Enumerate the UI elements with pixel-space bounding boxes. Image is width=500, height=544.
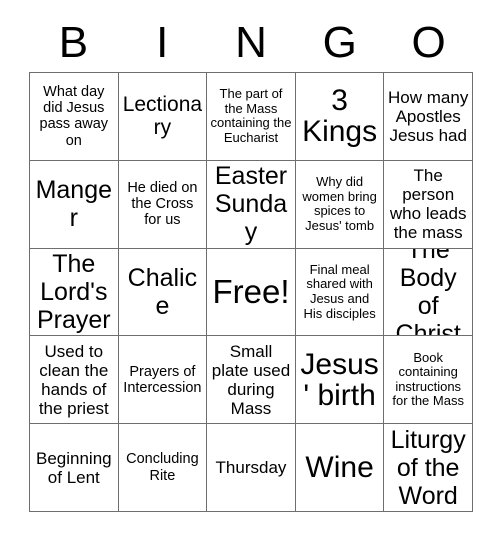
bingo-cell-label: Lectionary [122,92,203,140]
bingo-cell[interactable]: What day did Jesus pass away on [30,73,119,161]
bingo-header-letter-n: N [235,18,267,67]
bingo-header-letter-i: I [156,18,169,67]
bingo-cell[interactable]: The Lord's Prayer [30,248,119,337]
bingo-cell-label: Jesus' birth [300,347,379,412]
bingo-cell-label: Chalice [127,263,198,320]
bingo-cell-label: 3 Kings [302,84,378,149]
bingo-cell[interactable]: Manger [30,160,119,249]
bingo-card: B I N G O What day did Jesus pass away on Lec… [0,0,500,544]
bingo-cell[interactable]: Liturgy of the Word [384,424,473,512]
bingo-cell[interactable]: Wine [295,424,385,512]
bingo-cell[interactable]: The Body of Christ [384,248,473,337]
bingo-header-row: BINGO [29,14,473,72]
bingo-cell[interactable]: How many Apostles Jesus had [384,73,473,161]
bingo-header-letter-g: G [322,18,357,67]
bingo-cell-label: How many Apostles Jesus had [388,87,469,145]
bingo-header-letter-b: B [58,18,89,67]
bingo-cell[interactable]: Small plate used during Mass [207,336,296,425]
bingo-cell[interactable]: The person who leads the mass [384,160,473,249]
bingo-cell-label: Why did women bring spices to Jesus' tom… [302,174,377,233]
bingo-header-letter-o: O [411,18,446,67]
bingo-cell-label: Final meal shared with Jesus and His dis… [303,261,376,321]
bingo-cell-label: Thursday [215,458,287,478]
bingo-cell-label: Book containing instructions for the Mas… [392,349,464,409]
bingo-cell[interactable]: Easter Sunday [207,160,296,249]
bingo-cell-label: Free! [212,273,290,311]
bingo-cell-label: Liturgy of the Word [390,425,466,510]
bingo-cell[interactable]: Used to clean the hands of the priest [30,336,119,425]
bingo-cell[interactable]: Lectionary [118,73,208,161]
bingo-cell[interactable]: Jesus' birth [295,336,385,425]
bingo-cell-label: The Lord's Prayer [36,250,111,334]
bingo-cell[interactable]: Prayers of Intercession [118,336,208,425]
bingo-cell[interactable]: Why did women bring spices to Jesus' tom… [295,160,385,249]
bingo-cell[interactable]: 3 Kings [295,73,385,161]
bingo-cell-label: The Body of Christ [395,248,461,337]
bingo-cell[interactable]: Beginning of Lent [30,424,119,512]
bingo-cell[interactable]: Thursday [207,424,296,512]
bingo-cell[interactable]: He died on the Cross for us [118,160,208,249]
bingo-grid: What day did Jesus pass away on Lectionar… [29,72,473,512]
bingo-cell-label: Prayers of Intercession [123,363,202,396]
bingo-cell-label: The person who leads the mass [389,166,467,243]
bingo-cell[interactable]: Book containing instructions for the Mas… [384,336,473,425]
bingo-cell-label: Beginning of Lent [35,448,112,487]
bingo-cell-label: Used to clean the hands of the priest [38,341,109,418]
bingo-cell[interactable]: The part of the Mass containing the Euch… [207,73,296,161]
bingo-free-space[interactable]: Free! [207,248,296,337]
bingo-cell-label: Concluding Rite [126,451,199,484]
bingo-cell-label: He died on the Cross for us [127,179,198,229]
bingo-cell-label: Manger [35,176,113,233]
bingo-cell-label: The part of the Mass containing the Euch… [210,86,292,145]
bingo-cell[interactable]: Concluding Rite [118,424,208,512]
bingo-cell[interactable]: Chalice [118,248,208,337]
bingo-cell-label: What day did Jesus pass away on [39,83,109,149]
bingo-cell-label: Easter Sunday [214,162,288,247]
bingo-cell-label: Wine [305,451,374,484]
bingo-cell[interactable]: Final meal shared with Jesus and His dis… [295,248,385,337]
bingo-cell-label: Small plate used during Mass [211,341,291,418]
